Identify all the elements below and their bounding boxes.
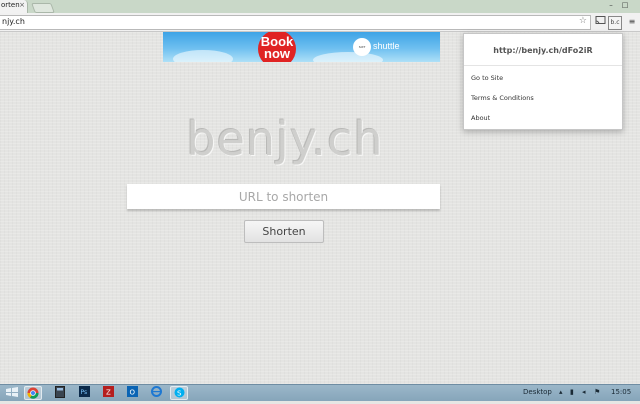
short-url[interactable]: http://benjy.ch/dFo2iR (464, 46, 622, 55)
filezilla-icon[interactable]: Z (99, 386, 117, 400)
address-bar[interactable]: njy.ch ☆ (0, 15, 591, 30)
tray-arrow-icon[interactable]: ▴ (559, 388, 563, 396)
chrome-icon[interactable] (24, 386, 42, 400)
svg-text:O: O (129, 389, 135, 397)
popup-item-about[interactable]: About (471, 114, 490, 122)
svg-text:Z: Z (106, 389, 111, 397)
ad-banner[interactable]: Booknow SIXT SHUTTLE shuttle (163, 32, 440, 62)
minimize-button[interactable]: – (606, 1, 616, 9)
network-icon[interactable]: ▮ (570, 388, 574, 396)
star-icon[interactable]: ☆ (579, 16, 587, 26)
volume-icon[interactable]: ◂ (582, 388, 586, 396)
desktop-toolbar-label[interactable]: Desktop (523, 388, 552, 396)
popup-item-terms[interactable]: Terms & Conditions (471, 94, 534, 102)
start-button[interactable] (3, 386, 21, 400)
ad-cloud-decoration (313, 52, 383, 62)
svg-text:S: S (177, 390, 182, 398)
svg-text:Ps: Ps (80, 389, 87, 396)
clock[interactable]: 15:05 (611, 388, 631, 396)
url-input[interactable] (127, 184, 440, 209)
outlook-icon[interactable]: O (123, 386, 141, 400)
maximize-button[interactable]: □ (620, 1, 630, 9)
browser-toolbar: njy.ch ☆ b.c ≡ (0, 13, 640, 32)
address-bar-url: njy.ch (2, 17, 25, 26)
ad-book-now-button[interactable]: Book now (258, 32, 296, 62)
cast-icon[interactable] (594, 16, 606, 28)
taskbar: Ps Z O S Desktop ▴ ▮ ◂ ⚑ 15:05 (0, 384, 640, 401)
ad-badge-logo: SIXT SHUTTLE (353, 38, 371, 56)
calculator-icon[interactable] (51, 386, 69, 400)
browser-tab[interactable]: orten × (0, 0, 28, 13)
tab-title: orten (1, 1, 20, 9)
shorten-button[interactable]: Shorten (244, 220, 324, 243)
photoshop-icon[interactable]: Ps (75, 386, 93, 400)
popup-item-go-to-site[interactable]: Go to Site (471, 74, 503, 82)
internet-explorer-icon[interactable] (147, 386, 165, 400)
ad-brand-text: shuttle (373, 41, 400, 51)
popup-divider (464, 65, 622, 66)
tab-close-icon[interactable]: × (19, 1, 25, 9)
new-tab-button[interactable] (31, 3, 55, 13)
tab-strip: orten × – □ (0, 0, 640, 13)
ad-cloud-decoration (173, 50, 233, 62)
extension-icon[interactable]: b.c (608, 16, 622, 30)
extension-popup: http://benjy.ch/dFo2iR Go to Site Terms … (463, 33, 623, 130)
skype-icon[interactable]: S (170, 386, 188, 400)
flag-icon[interactable]: ⚑ (594, 388, 600, 396)
menu-icon[interactable]: ≡ (626, 16, 638, 28)
